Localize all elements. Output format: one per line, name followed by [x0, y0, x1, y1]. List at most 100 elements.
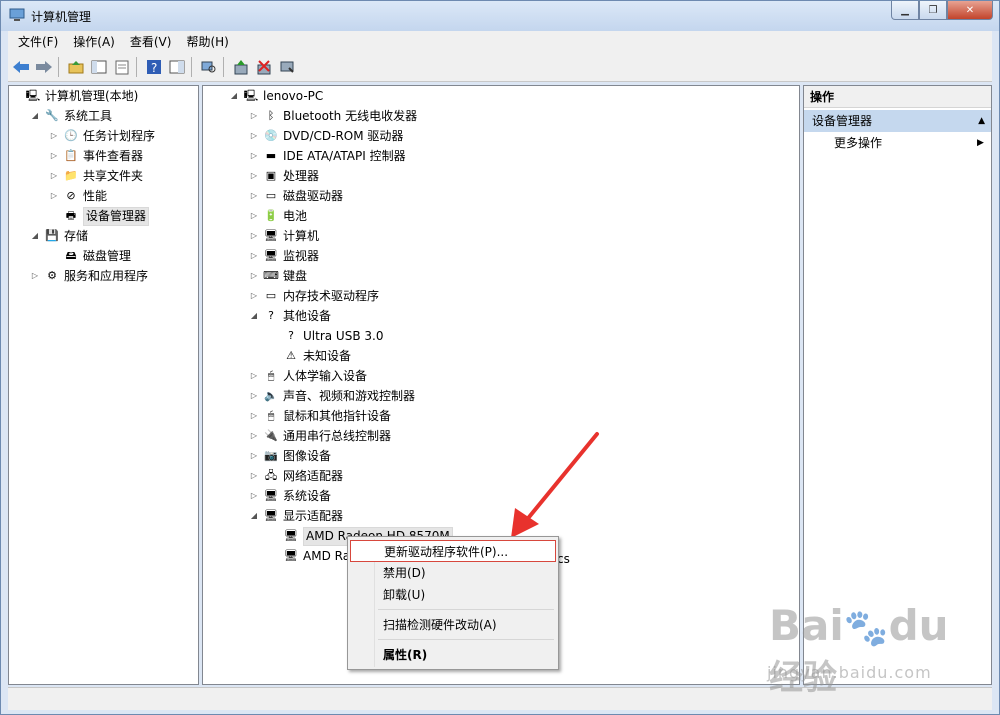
- expanded-arrow-icon[interactable]: ◢: [249, 306, 259, 326]
- device-tree-item[interactable]: ▷ 🖱 鼠标和其他指针设备: [249, 406, 391, 426]
- expand-arrow-icon[interactable]: ▷: [249, 126, 259, 146]
- menu-help[interactable]: 帮助(H): [181, 31, 233, 53]
- expand-arrow-icon[interactable]: ▷: [249, 406, 259, 426]
- device-tree-item[interactable]: ▷ ▣ 处理器: [249, 166, 319, 186]
- device-tree-item[interactable]: ▷ 📷 图像设备: [249, 446, 331, 466]
- device-tree-item[interactable]: ◢? 其他设备: [249, 306, 331, 326]
- device-tree-item[interactable]: ▷ ⌨ 键盘: [249, 266, 307, 286]
- device-tree-item[interactable]: ▷ 🖥 系统设备: [249, 486, 331, 506]
- menu-action[interactable]: 操作(A): [68, 31, 120, 53]
- device-icon: 🖱: [267, 369, 275, 382]
- device-icon: 🖥: [264, 509, 278, 522]
- maximize-button[interactable]: ❐: [919, 1, 947, 20]
- device-tree-item[interactable]: ◢ 🖥 显示适配器: [249, 506, 343, 526]
- paw-icon: 🐾: [843, 608, 889, 649]
- device-tree-item[interactable]: ▷ ▭ 磁盘驱动器: [249, 186, 343, 206]
- device-tree-item[interactable]: ▷ 🔌 通用串行总线控制器: [249, 426, 391, 446]
- expand-arrow-icon[interactable]: ▷: [49, 166, 59, 186]
- expand-arrow-icon[interactable]: ▷: [249, 246, 259, 266]
- properties-icon[interactable]: [112, 57, 132, 77]
- forward-arrow-icon[interactable]: [34, 57, 54, 77]
- disable-icon[interactable]: [277, 57, 297, 77]
- left-tree-item[interactable]: 🖳 计算机管理(本地): [11, 86, 139, 106]
- left-tree-item[interactable]: ▷ 📋 事件查看器: [49, 146, 143, 166]
- left-tree-item[interactable]: ◢ 🔧 系统工具: [30, 106, 112, 126]
- show-tree-icon[interactable]: [89, 57, 109, 77]
- device-tree-item[interactable]: ▷ 🖧 网络适配器: [249, 466, 343, 486]
- left-tree-item[interactable]: ▷ 📁 共享文件夹: [49, 166, 143, 186]
- console-tree-icon[interactable]: [167, 57, 187, 77]
- expand-arrow-icon[interactable]: ▷: [249, 466, 259, 486]
- left-tree-label: 磁盘管理: [83, 249, 132, 263]
- expand-arrow-icon[interactable]: ▷: [49, 146, 59, 166]
- device-tree-label: 电池: [283, 209, 308, 223]
- expand-arrow-icon[interactable]: ▷: [249, 366, 259, 386]
- update-driver-icon[interactable]: [231, 57, 251, 77]
- device-tree-item[interactable]: ▷ 🔈 声音、视频和游戏控制器: [249, 386, 415, 406]
- context-menu-item[interactable]: 属性(R): [350, 644, 556, 666]
- chevron-right-icon: ▶: [977, 138, 984, 148]
- context-menu-item[interactable]: 卸载(U): [350, 584, 556, 606]
- up-folder-icon[interactable]: [66, 57, 86, 77]
- context-menu-item[interactable]: 禁用(D): [350, 562, 556, 584]
- expand-arrow-icon[interactable]: ▷: [249, 106, 259, 126]
- device-tree-label: Ultra USB 3.0: [303, 329, 384, 343]
- device-icon: 💿: [264, 129, 278, 142]
- expand-arrow-icon[interactable]: ▷: [249, 226, 259, 246]
- device-icon: 🔌: [264, 429, 278, 442]
- expand-arrow-icon[interactable]: ▷: [249, 266, 259, 286]
- device-tree-item[interactable]: ▷ 🔋 电池: [249, 206, 307, 226]
- expanded-arrow-icon[interactable]: ◢: [30, 226, 40, 246]
- expanded-arrow-icon[interactable]: ◢: [30, 106, 40, 126]
- close-button[interactable]: ✕: [947, 1, 993, 20]
- expand-arrow-icon[interactable]: ▷: [249, 166, 259, 186]
- device-tree-item[interactable]: ▷ 💿 DVD/CD-ROM 驱动器: [249, 126, 404, 146]
- expand-arrow-icon[interactable]: ▷: [30, 266, 40, 286]
- back-arrow-icon[interactable]: [11, 57, 31, 77]
- device-tree-item[interactable]: ▷ ▭ 内存技术驱动程序: [249, 286, 379, 306]
- left-tree-item[interactable]: 🖴 磁盘管理: [49, 246, 131, 266]
- left-tree-label: 事件查看器: [83, 149, 144, 163]
- expand-arrow-icon[interactable]: ▷: [249, 206, 259, 226]
- expand-arrow-icon[interactable]: ▷: [249, 286, 259, 306]
- device-tree-label: lenovo-PC: [263, 89, 324, 103]
- device-tree-label: 声音、视频和游戏控制器: [283, 389, 416, 403]
- scan-icon[interactable]: [199, 57, 219, 77]
- device-tree-item[interactable]: ▷ 🖱 人体学输入设备: [249, 366, 367, 386]
- uninstall-icon[interactable]: [254, 57, 274, 77]
- device-tree-item[interactable]: ◢ 🖳 lenovo-PC: [229, 86, 323, 106]
- expand-arrow-icon[interactable]: ▷: [249, 146, 259, 166]
- expand-arrow-icon[interactable]: ▷: [249, 386, 259, 406]
- expand-arrow-icon[interactable]: ▷: [249, 186, 259, 206]
- menu-view[interactable]: 查看(V): [125, 31, 177, 53]
- device-tree-item[interactable]: ▷ 🖥 计算机: [249, 226, 319, 246]
- expand-arrow-icon[interactable]: ▷: [249, 446, 259, 466]
- expand-arrow-icon[interactable]: ▷: [49, 186, 59, 206]
- more-actions[interactable]: 更多操作: [834, 132, 882, 154]
- minimize-button[interactable]: ▁: [891, 1, 919, 20]
- menu-bar: 文件(F) 操作(A) 查看(V) 帮助(H): [8, 31, 992, 54]
- expand-arrow-icon[interactable]: ▷: [249, 426, 259, 446]
- device-icon: 🔧: [45, 109, 59, 122]
- expand-arrow-icon[interactable]: ▷: [49, 126, 59, 146]
- left-tree-item[interactable]: 🖶 设备管理器: [49, 206, 150, 226]
- help-icon[interactable]: ?: [144, 57, 164, 77]
- expanded-arrow-icon[interactable]: ◢: [229, 86, 239, 106]
- expand-arrow-icon[interactable]: ▷: [249, 486, 259, 506]
- device-tree-item[interactable]: ⚠ 未知设备: [269, 346, 351, 366]
- left-tree-item[interactable]: ▷ ⚙ 服务和应用程序: [30, 266, 148, 286]
- actions-section-device-manager[interactable]: 设备管理器 ▲: [804, 110, 991, 132]
- menu-file[interactable]: 文件(F): [13, 31, 63, 53]
- expanded-arrow-icon[interactable]: ◢: [249, 506, 259, 526]
- left-tree-item[interactable]: ▷ 🕒 任务计划程序: [49, 126, 155, 146]
- device-tree-item[interactable]: ▷ 🖥 监视器: [249, 246, 319, 266]
- left-tree-item[interactable]: ◢ 💾 存储: [30, 226, 88, 246]
- context-menu-item[interactable]: 扫描检测硬件改动(A): [350, 614, 556, 636]
- toolbar-separator: [223, 57, 224, 77]
- device-tree-item[interactable]: ? Ultra USB 3.0: [269, 326, 383, 346]
- device-tree-item[interactable]: ▷ ▬ IDE ATA/ATAPI 控制器: [249, 146, 406, 166]
- left-tree-item[interactable]: ▷ ⊘ 性能: [49, 186, 107, 206]
- context-menu-item[interactable]: 更新驱动程序软件(P)...: [350, 540, 556, 562]
- device-tree-item[interactable]: ▷ ᛒ Bluetooth 无线电收发器: [249, 106, 417, 126]
- device-icon: ?: [268, 309, 274, 322]
